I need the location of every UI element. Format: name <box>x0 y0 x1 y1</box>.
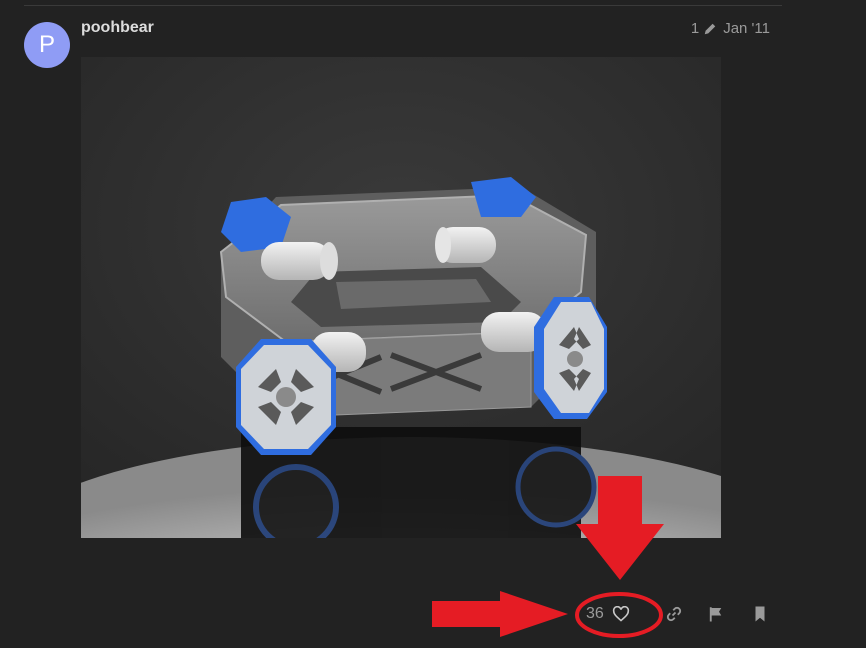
annotation-right-arrow <box>432 591 568 637</box>
post-date[interactable]: Jan '11 <box>723 20 770 37</box>
flag-icon <box>709 607 722 622</box>
top-divider <box>24 5 782 6</box>
annotation-down-arrow <box>576 476 664 580</box>
avatar[interactable]: P <box>24 22 70 68</box>
link-icon <box>666 606 682 622</box>
flag-button[interactable] <box>699 592 733 636</box>
pencil-icon <box>704 23 716 34</box>
avatar-letter: P <box>38 31 55 58</box>
post-meta: 1 Jan '11 <box>691 20 770 37</box>
post-image[interactable] <box>81 57 721 538</box>
username-link[interactable]: poohbear <box>81 19 154 37</box>
bookmark-button[interactable] <box>743 592 777 636</box>
edit-history-button[interactable]: 1 <box>691 20 717 37</box>
edit-count: 1 <box>690 20 700 37</box>
bookmark-icon <box>755 606 765 622</box>
annotation-circle <box>575 592 663 638</box>
